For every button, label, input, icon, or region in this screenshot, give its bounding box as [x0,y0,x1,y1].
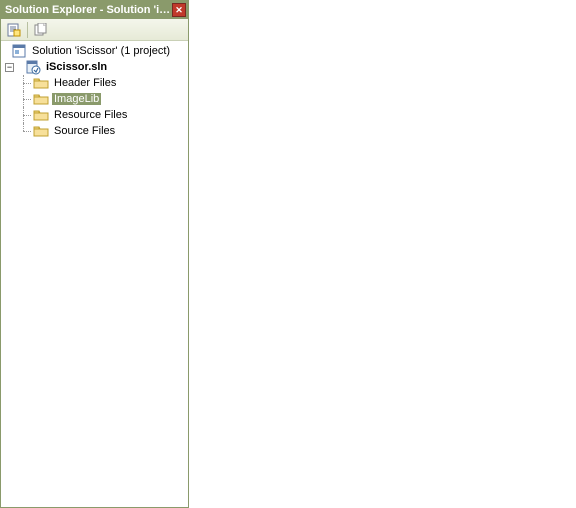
tree-line [19,123,33,139]
toolbar [1,19,188,41]
show-all-files-button[interactable] [32,21,50,39]
folder-label-selected: ImageLib [52,93,101,105]
folder-node-resource[interactable]: Resource Files [1,107,188,123]
solution-label: Solution 'iScissor' (1 project) [30,45,172,57]
project-label: iScissor.sln [44,61,109,73]
folder-node-imagelib[interactable]: ImageLib [1,91,188,107]
solution-node[interactable]: Solution 'iScissor' (1 project) [1,43,188,59]
title-bar[interactable]: Solution Explorer - Solution 'iSci... ✕ [1,1,188,19]
folder-icon [33,75,49,91]
project-node[interactable]: − iScissor.sln [1,59,188,75]
tree-line [19,107,33,123]
show-all-files-icon [34,23,48,37]
folder-icon [33,107,49,123]
properties-button[interactable] [5,21,23,39]
folder-icon [33,123,49,139]
solution-icon [11,43,27,59]
collapse-icon[interactable]: − [5,63,14,72]
tree-line [19,75,33,91]
properties-icon [7,23,21,37]
folder-icon [33,91,49,107]
title-text: Solution Explorer - Solution 'iSci... [5,4,172,16]
folder-node-header[interactable]: Header Files [1,75,188,91]
folder-label: Header Files [52,77,118,89]
tree-view[interactable]: Solution 'iScissor' (1 project) − iSciss… [1,41,188,507]
tree-line [19,91,33,107]
project-icon [25,59,41,75]
toolbar-separator [27,22,28,38]
folder-node-source[interactable]: Source Files [1,123,188,139]
folder-label: Source Files [52,125,117,137]
close-icon[interactable]: ✕ [172,3,186,17]
solution-explorer-panel: Solution Explorer - Solution 'iSci... ✕ [0,0,189,508]
folder-label: Resource Files [52,109,129,121]
